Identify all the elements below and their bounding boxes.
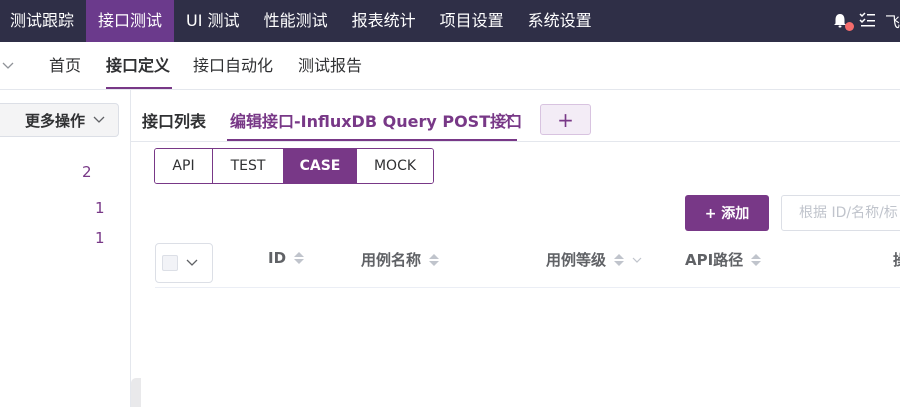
filter-chevron-icon[interactable] xyxy=(632,256,642,264)
tab-edit-api[interactable]: 编辑接口-InfluxDB Query POST接口 xyxy=(230,108,522,132)
task-list-icon[interactable] xyxy=(859,11,875,31)
chevron-down-icon xyxy=(93,116,105,123)
nav-api-test[interactable]: 接口测试 xyxy=(86,0,175,42)
subnav-api-automation[interactable]: 接口自动化 xyxy=(193,42,273,90)
add-tab-button[interactable]: + xyxy=(540,104,591,135)
nav-ui-test[interactable]: UI 测试 xyxy=(174,0,252,42)
segment-test[interactable]: TEST xyxy=(213,149,284,183)
sort-icon[interactable] xyxy=(751,253,762,266)
user-name[interactable]: 飞 xyxy=(885,11,900,32)
add-case-button[interactable]: + 添加 xyxy=(685,195,769,231)
sort-icon[interactable] xyxy=(294,252,305,264)
subnav-home[interactable]: 首页 xyxy=(49,42,81,90)
segment-mock[interactable]: MOCK xyxy=(357,149,433,183)
api-view-switcher: API TEST CASE MOCK xyxy=(154,148,434,184)
select-all-checkbox[interactable] xyxy=(162,255,178,271)
chevron-down-icon[interactable] xyxy=(2,58,14,77)
top-navbar: 测试跟踪 接口测试 UI 测试 性能测试 报表统计 项目设置 系统设置 飞 xyxy=(0,0,900,42)
chevron-down-icon xyxy=(186,259,198,266)
segment-api[interactable]: API xyxy=(155,149,213,183)
subnav-api-definition[interactable]: 接口定义 xyxy=(106,42,170,90)
subnav-active-indicator xyxy=(106,87,172,89)
segment-case[interactable]: CASE xyxy=(284,149,357,183)
case-table-header: ID 用例名称 用例等级 API路径 操 xyxy=(155,243,900,288)
column-actions: 操 xyxy=(893,249,900,270)
column-case-level-label: 用例等级 xyxy=(546,251,607,269)
module-count: 2 xyxy=(82,163,92,181)
sort-icon[interactable] xyxy=(614,253,625,266)
column-api-path[interactable]: API路径 xyxy=(685,249,762,270)
tab-api-list[interactable]: 接口列表 xyxy=(142,108,206,132)
topnav-right: 飞 xyxy=(831,0,900,42)
module-tree-pane: 更多操作 2 1 1 xyxy=(0,90,131,407)
notification-dot-icon xyxy=(844,22,854,31)
column-case-level[interactable]: 用例等级 xyxy=(546,249,642,270)
nav-project-settings[interactable]: 项目设置 xyxy=(428,0,516,42)
module-count: 1 xyxy=(95,199,105,217)
column-id-label: ID xyxy=(268,249,287,267)
api-tabs-bar: 接口列表 编辑接口-InfluxDB Query POST接口 × + xyxy=(131,90,900,142)
more-actions-label: 更多操作 xyxy=(25,111,86,130)
notification-bell-icon[interactable] xyxy=(831,12,854,31)
sub-navbar: 首页 接口定义 接口自动化 测试报告 xyxy=(0,42,900,90)
nav-system-settings[interactable]: 系统设置 xyxy=(516,0,604,42)
close-icon[interactable]: × xyxy=(503,108,516,127)
nav-test-track[interactable]: 测试跟踪 xyxy=(0,0,86,42)
module-count: 1 xyxy=(95,229,105,247)
column-actions-label: 操 xyxy=(893,249,900,270)
more-actions-button[interactable]: 更多操作 xyxy=(0,103,119,137)
sort-icon[interactable] xyxy=(429,253,440,266)
tab-active-indicator xyxy=(227,139,517,141)
select-all-dropdown[interactable] xyxy=(155,243,213,283)
column-case-name-label: 用例名称 xyxy=(361,251,422,269)
pane-resize-handle[interactable] xyxy=(131,378,141,407)
column-api-path-label: API路径 xyxy=(685,251,744,269)
subnav-test-report[interactable]: 测试报告 xyxy=(298,42,362,90)
column-case-name[interactable]: 用例名称 xyxy=(361,249,440,270)
search-input[interactable]: 根据 ID/名称/标 xyxy=(781,195,900,231)
nav-performance-test[interactable]: 性能测试 xyxy=(252,0,340,42)
column-id[interactable]: ID xyxy=(268,249,305,267)
nav-report-stats[interactable]: 报表统计 xyxy=(340,0,428,42)
